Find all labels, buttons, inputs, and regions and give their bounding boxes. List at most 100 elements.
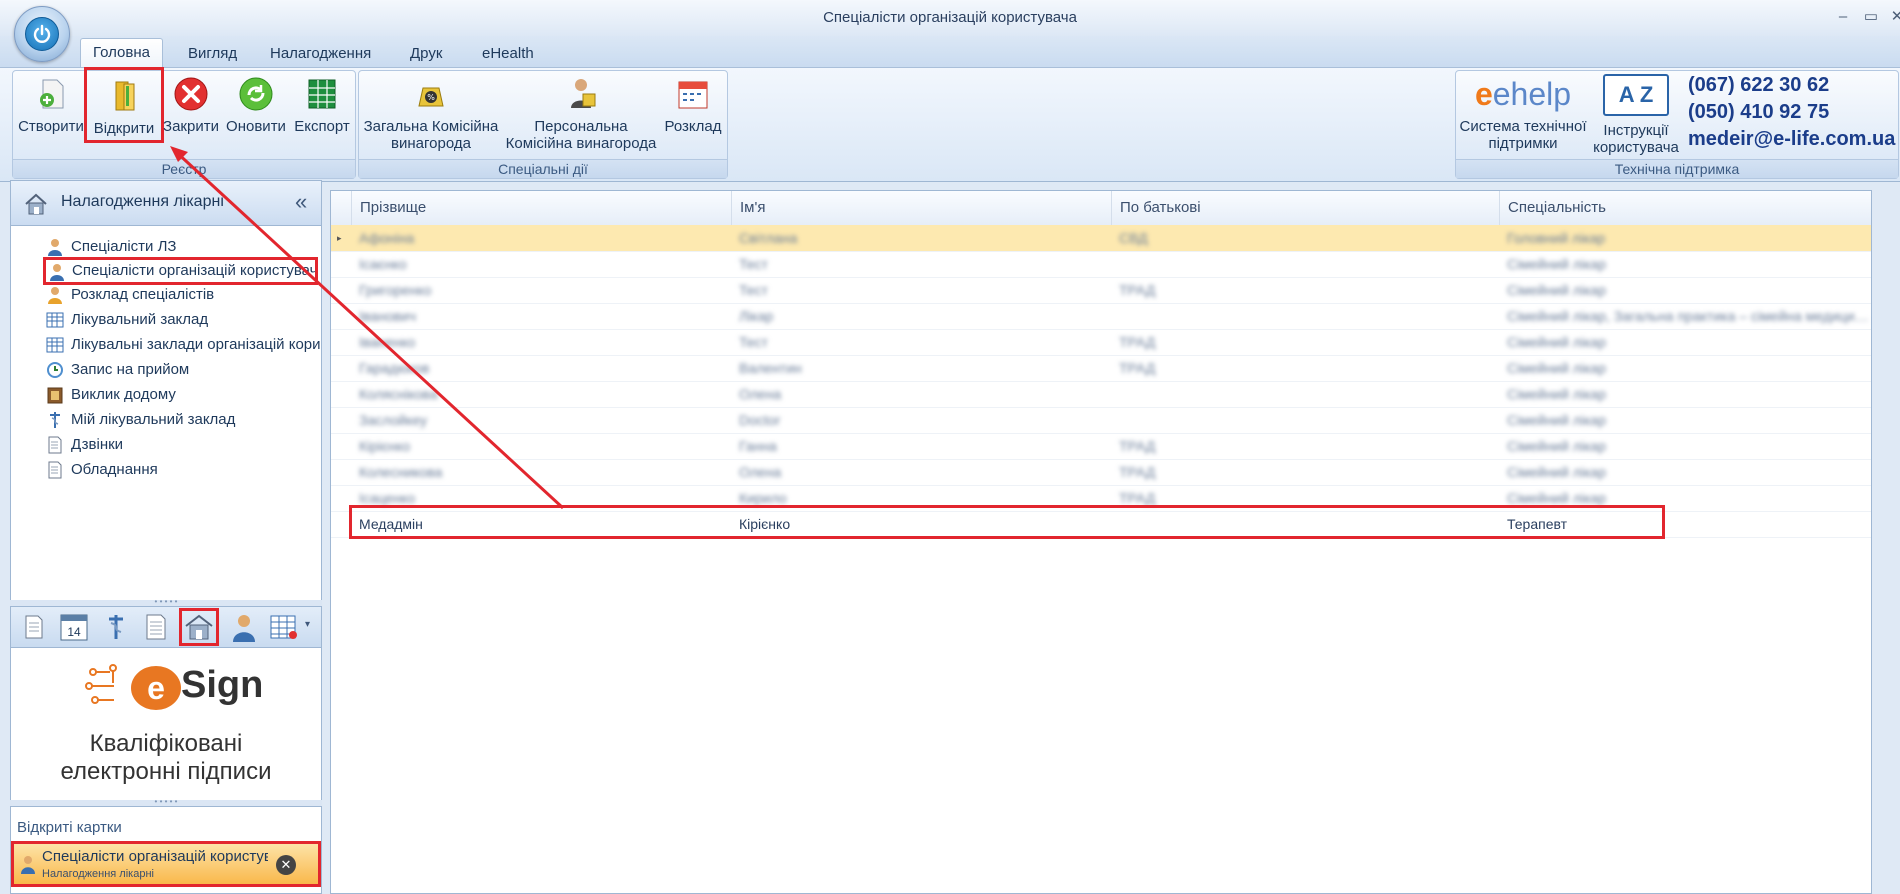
more-modules-chevron-icon[interactable]: ▾ — [305, 619, 310, 630]
table-row[interactable]: Григоренко Тест ТРАД Сімейний лікар — [331, 277, 1871, 304]
column-header-patronymic[interactable]: По батькові — [1111, 191, 1499, 225]
table-cell: ТРАД — [1119, 438, 1156, 454]
close-card-icon[interactable]: ✕ — [276, 855, 296, 875]
esign-line-1: Кваліфіковані — [89, 730, 243, 757]
table-cell: ТРАД — [1119, 282, 1156, 298]
group-registry-label: Реєстр — [13, 159, 355, 178]
ehelp-logo: eehelp — [1474, 76, 1572, 112]
table-cell: Ганна — [739, 438, 777, 454]
support-system-label: Система технічної підтримки — [1459, 118, 1587, 152]
create-icon — [31, 74, 71, 114]
table-cell: Афоніна — [359, 230, 415, 246]
table-cell: ТРАД — [1119, 334, 1156, 350]
hospital-settings-module-icon[interactable] — [179, 608, 219, 646]
tab-ehealth[interactable]: eHealth — [470, 40, 546, 68]
nav-item-label: Виклик додому — [71, 386, 176, 403]
user-manual-button[interactable]: A Z Інструкції користувача — [1590, 74, 1682, 156]
column-header-specialty[interactable]: Спеціальність — [1499, 191, 1871, 225]
column-header-name[interactable]: Ім'я — [731, 191, 1111, 225]
nav-item-specialist-schedule[interactable]: Розклад спеціалістів — [46, 283, 316, 307]
support-email[interactable]: medeir@e-life.com.ua — [1688, 126, 1895, 153]
report-module-icon[interactable] — [143, 613, 169, 641]
tab-settings[interactable]: Налагодження — [258, 40, 383, 68]
minimize-button[interactable]: – — [1832, 8, 1854, 26]
schedule-button[interactable]: Розклад — [660, 74, 726, 135]
table-row[interactable]: Іванович Лікар Сімейний лікар, Загальна пр… — [331, 303, 1871, 330]
esign-logo-e: e — [131, 666, 181, 710]
document-module-icon[interactable] — [21, 614, 47, 640]
close-x-icon — [171, 74, 211, 114]
personal-commission-button[interactable]: Персональна Комісійна винагорода — [502, 74, 660, 152]
svg-text:14: 14 — [67, 625, 81, 639]
table-cell: Сімейний лікар — [1507, 412, 1606, 428]
house-call-icon — [46, 386, 64, 404]
table-row[interactable]: Колесникова Олена ТРАД Сімейний лікар — [331, 459, 1871, 486]
esign-line-2: електронні підписи — [60, 758, 272, 785]
support-system-button[interactable]: eehelp Система технічної підтримки — [1458, 74, 1588, 152]
nav-item-label: Лікувальний заклад — [71, 311, 209, 328]
nav-item-org-specialists[interactable]: Спеціалісти організацій користувача — [43, 257, 318, 285]
table-row[interactable]: Заслойкеу Doctor Сімейний лікар — [331, 407, 1871, 434]
user-icon — [18, 854, 38, 874]
group-support-label: Технічна підтримка — [1456, 159, 1898, 178]
open-button[interactable]: Відкрити — [84, 67, 164, 143]
table-cell — [1119, 303, 1497, 329]
export-button[interactable]: Експорт — [290, 74, 354, 135]
nav-item-house-call[interactable]: Виклик додому — [46, 383, 316, 407]
specialist-module-icon[interactable] — [229, 612, 259, 642]
close-record-button[interactable]: Закрити — [158, 74, 224, 135]
nav-item-calls[interactable]: Дзвінки — [46, 433, 316, 457]
building-grid-icon — [46, 311, 64, 329]
calendar-module-icon[interactable]: 14 — [59, 612, 89, 642]
nav-item-equipment[interactable]: Обладнання — [46, 458, 316, 482]
general-commission-button[interactable]: % Загальна Комісійна винагорода — [362, 74, 500, 152]
nav-item-org-facilities[interactable]: Лікувальні заклади організацій користува… — [46, 333, 321, 357]
table-cell: ТРАД — [1119, 360, 1156, 376]
support-phone-1: (067) 622 30 62 — [1688, 74, 1830, 96]
open-card-title: Спеціалісти організацій користувача — [42, 848, 268, 865]
tab-view[interactable]: Вигляд — [176, 40, 249, 68]
money-bag-icon: % — [411, 74, 451, 114]
table-cell: СВД — [1119, 230, 1148, 246]
collapse-nav-button[interactable]: « — [295, 189, 307, 215]
support-phone-2: (050) 410 92 75 — [1688, 101, 1830, 123]
table-row[interactable]: ▸ Афоніна Світлана СВД Головний лікар — [331, 225, 1871, 252]
user-icon — [48, 263, 66, 281]
table-cell: Іванович — [359, 308, 417, 324]
esign-banner[interactable]: e Sign Кваліфіковані електронні підписи — [10, 647, 322, 802]
table-row[interactable]: Іваненко Тест ТРАД Сімейний лікар — [331, 329, 1871, 356]
nav-item-appointment[interactable]: Запис на прийом — [46, 358, 316, 382]
appointment-icon — [46, 361, 64, 379]
nav-item-label: Спеціалісти ЛЗ — [71, 238, 177, 255]
nav-item-facility-specialists[interactable]: Спеціалісти ЛЗ — [46, 235, 316, 259]
table-cell: Сімейний лікар — [1507, 256, 1606, 272]
export-label: Експорт — [294, 118, 350, 135]
table-row[interactable]: Ісаєнко Тест Сімейний лікар — [331, 251, 1871, 278]
table-cell: Тест — [739, 282, 768, 298]
nav-item-facility[interactable]: Лікувальний заклад — [46, 308, 316, 332]
navigation-panel: Налагодження лікарні « Спеціалісти ЛЗ Сп… — [10, 180, 322, 602]
open-card-item[interactable]: Спеціалісти організацій користувача Нала… — [11, 841, 321, 887]
table-row[interactable]: Коляснікова Олена Сімейний лікар — [331, 381, 1871, 408]
table-cell — [1119, 251, 1497, 277]
table-cell: Тест — [739, 334, 768, 350]
nav-item-label: Дзвінки — [71, 436, 124, 453]
close-button[interactable]: ✕ — [1886, 8, 1900, 26]
tab-home[interactable]: Головна — [80, 38, 163, 69]
create-button[interactable]: Створити — [16, 74, 86, 135]
table-row[interactable]: Гарадюков Валентин ТРАД Сімейний лікар — [331, 355, 1871, 382]
grid-module-icon[interactable] — [269, 613, 299, 641]
tab-print[interactable]: Друк — [398, 40, 454, 68]
nav-item-label: Спеціалісти організацій користувача — [72, 262, 318, 279]
caduceus-module-icon[interactable] — [103, 613, 129, 641]
column-header-surname[interactable]: Прізвище — [351, 191, 731, 225]
table-cell: Олена — [739, 464, 782, 480]
restore-button[interactable]: ▭ — [1860, 8, 1882, 26]
table-row[interactable]: Кірієнко Ганна ТРАД Сімейний лікар — [331, 433, 1871, 460]
refresh-button[interactable]: Оновити — [220, 74, 292, 135]
specialists-grid: Прізвище Ім'я По батькові Спеціальність … — [330, 190, 1872, 894]
esign-logo-text: Sign — [181, 664, 264, 706]
table-cell: Сімейний лікар — [1507, 334, 1606, 350]
nav-item-my-facility[interactable]: Мій лікувальний заклад — [46, 408, 316, 432]
app-menu-button[interactable] — [14, 6, 70, 62]
